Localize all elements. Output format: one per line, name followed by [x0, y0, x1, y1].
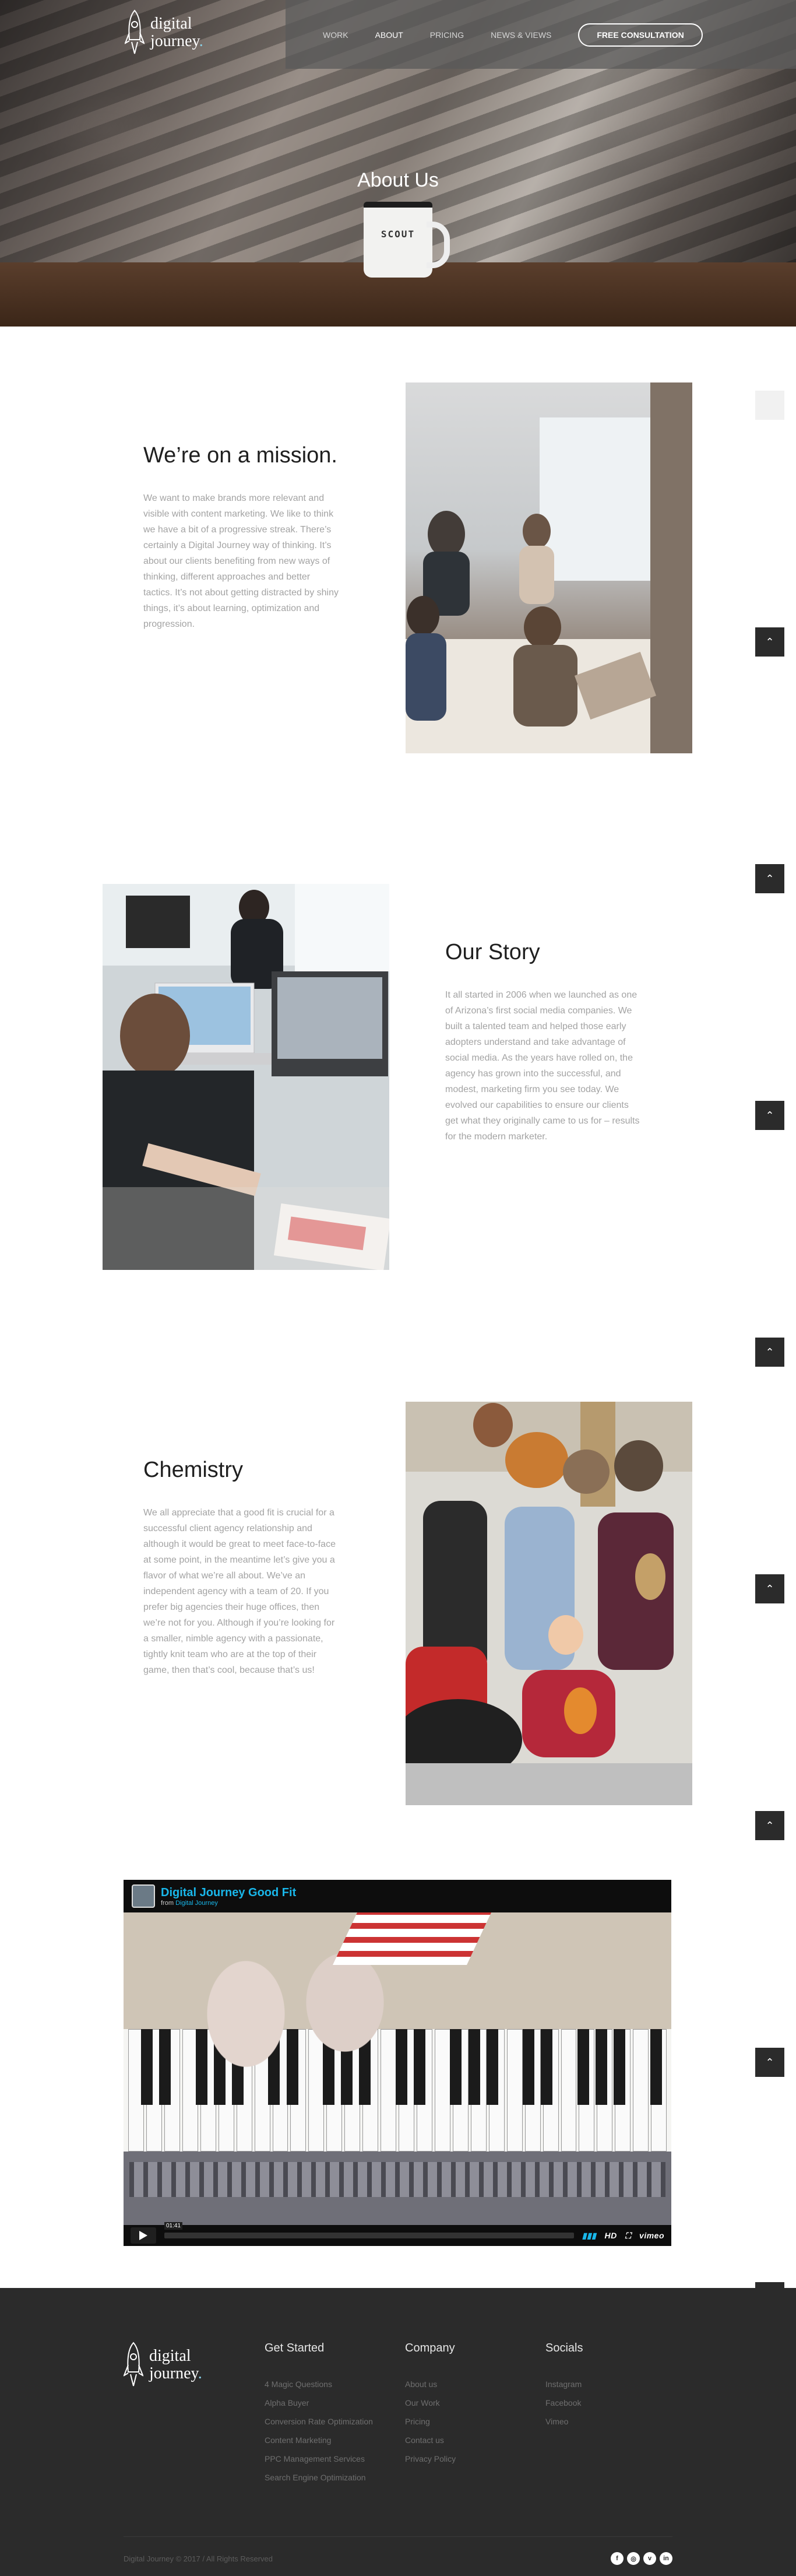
site-footer: digital journey. Get Started 4 Magic Que…: [0, 2288, 796, 2576]
black-key: [141, 2029, 153, 2105]
team-meeting-photo: [406, 382, 692, 753]
nav-work[interactable]: WORK: [323, 24, 348, 46]
footer-logo-line1: digital: [149, 2347, 191, 2365]
mission-title: We’re on a mission.: [143, 443, 337, 468]
footer-link[interactable]: Vimeo: [545, 2412, 583, 2431]
fullscreen-icon[interactable]: ⛶: [625, 2231, 631, 2241]
nav-pricing[interactable]: PRICING: [430, 24, 464, 46]
footer-link[interactable]: Pricing: [405, 2412, 456, 2431]
video-controls: 01:41 ▮▮▮ HD ⛶ vimeo: [124, 2222, 671, 2246]
rocket-icon: [124, 2342, 143, 2387]
logo-dot: .: [199, 32, 203, 50]
footer-link[interactable]: Conversion Rate Optimization: [265, 2412, 373, 2431]
footer-link[interactable]: Alpha Buyer: [265, 2393, 373, 2412]
chemistry-body: We all appreciate that a good fit is cru…: [143, 1508, 336, 1675]
footer-heading: Company: [405, 2342, 455, 2354]
footer-logo[interactable]: digital journey.: [124, 2342, 202, 2388]
footer-heading: Get Started: [265, 2342, 325, 2354]
nav-news[interactable]: NEWS & VIEWS: [491, 24, 551, 46]
team-costume-photo: [406, 1402, 692, 1805]
footer-link[interactable]: Search Engine Optimization: [265, 2468, 373, 2487]
linkedin-icon[interactable]: in: [660, 2552, 672, 2565]
hero-mug: SCOUT: [364, 202, 450, 278]
hd-toggle[interactable]: HD: [604, 2231, 617, 2240]
logo-wordmark: digital journey.: [150, 15, 203, 50]
black-key: [541, 2029, 553, 2105]
video-byline: from Digital Journey: [161, 1900, 296, 1907]
footer-link[interactable]: Privacy Policy: [405, 2449, 456, 2468]
footer-heading: Socials: [545, 2342, 583, 2354]
story-section: Our Story It all started in 2006 when we…: [0, 758, 796, 1306]
video-time: 01:41: [164, 2222, 183, 2230]
footer-link[interactable]: Content Marketing: [265, 2431, 373, 2449]
footer-link[interactable]: Facebook: [545, 2393, 583, 2412]
main-nav: WORK ABOUT PRICING NEWS & VIEWS FREE CON…: [323, 23, 730, 47]
footer-link[interactable]: 4 Magic Questions: [265, 2375, 373, 2393]
volume-icon[interactable]: ▮▮▮: [582, 2231, 597, 2241]
mug-text: SCOUT: [381, 229, 415, 240]
video-from-prefix: from: [161, 1899, 174, 1907]
mission-body: We want to make brands more relevant and…: [143, 493, 339, 629]
black-key: [450, 2029, 462, 2105]
hero-banner: SCOUT digital journey. WORK ABOUT PRICIN…: [0, 0, 796, 327]
video-author-link[interactable]: Digital Journey: [175, 1900, 218, 1907]
black-key: [414, 2029, 425, 2105]
black-key: [650, 2029, 662, 2105]
video-progress-bar[interactable]: 01:41: [164, 2222, 574, 2238]
footer-col-company: Company About us Our Work Pricing Contac…: [405, 2342, 456, 2468]
scroll-top-button[interactable]: ⌃: [755, 1811, 784, 1840]
chemistry-section: Chemistry We all appreciate that a good …: [0, 1306, 796, 1854]
play-button[interactable]: [131, 2227, 156, 2244]
footer-col-socials: Socials Instagram Facebook Vimeo: [545, 2342, 583, 2431]
instagram-icon[interactable]: ◎: [627, 2552, 640, 2565]
footer-logo-wordmark: digital journey.: [149, 2347, 202, 2382]
footer-link[interactable]: Instagram: [545, 2375, 583, 2393]
logo-line1: digital: [150, 15, 192, 33]
free-consultation-button[interactable]: FREE CONSULTATION: [578, 23, 703, 47]
facebook-icon[interactable]: f: [611, 2552, 624, 2565]
footer-link[interactable]: Contact us: [405, 2431, 456, 2449]
footer-col-get-started: Get Started 4 Magic Questions Alpha Buye…: [265, 2342, 373, 2487]
scroll-top-button[interactable]: ⌃: [755, 1574, 784, 1603]
video-author-avatar[interactable]: [132, 1884, 155, 1908]
office-workstation-photo: [103, 884, 389, 1270]
footer-link[interactable]: About us: [405, 2375, 456, 2393]
scroll-top-button[interactable]: ⌃: [755, 2048, 784, 2077]
video-synth-panel: [124, 2152, 671, 2225]
black-key: [596, 2029, 607, 2105]
video-header: Digital Journey Good Fit from Digital Jo…: [124, 1880, 671, 1912]
footer-logo-line2: journey: [149, 2364, 198, 2382]
logo-line2: journey: [150, 32, 199, 50]
copyright-text: Digital Journey © 2017 / All Rights Rese…: [124, 2554, 273, 2563]
footer-social-icons: f ◎ v in: [611, 2552, 672, 2565]
video-title[interactable]: Digital Journey Good Fit: [161, 1886, 296, 1900]
video-sleeve: [333, 1912, 491, 1965]
black-key: [523, 2029, 535, 2105]
story-title: Our Story: [445, 940, 540, 964]
footer-link[interactable]: Our Work: [405, 2393, 456, 2412]
footer-logo-dot: .: [198, 2364, 202, 2382]
black-key: [614, 2029, 626, 2105]
scroll-top-button[interactable]: ⌃: [755, 864, 784, 893]
scroll-top-button[interactable]: ⌃: [755, 391, 784, 420]
nav-about[interactable]: ABOUT: [375, 24, 403, 46]
story-body: It all started in 2006 when we launched …: [445, 990, 640, 1142]
black-key: [159, 2029, 171, 2105]
scroll-top-button[interactable]: ⌃: [755, 627, 784, 657]
site-logo[interactable]: digital journey.: [125, 9, 203, 56]
mission-section: We’re on a mission. We want to make bran…: [0, 327, 796, 758]
scroll-top-button[interactable]: ⌃: [755, 1338, 784, 1367]
video-player[interactable]: Digital Journey Good Fit from Digital Jo…: [124, 1880, 671, 2246]
footer-bottom: Digital Journey © 2017 / All Rights Rese…: [124, 2536, 672, 2565]
vimeo-logo[interactable]: vimeo: [639, 2231, 664, 2240]
rocket-icon: [125, 9, 145, 54]
page-title: About Us: [357, 169, 439, 191]
chemistry-title: Chemistry: [143, 1458, 244, 1482]
black-key: [486, 2029, 498, 2105]
black-key: [577, 2029, 589, 2105]
vimeo-icon[interactable]: v: [643, 2552, 656, 2565]
footer-link[interactable]: PPC Management Services: [265, 2449, 373, 2468]
scroll-top-button[interactable]: ⌃: [755, 1101, 784, 1130]
black-key: [468, 2029, 480, 2105]
